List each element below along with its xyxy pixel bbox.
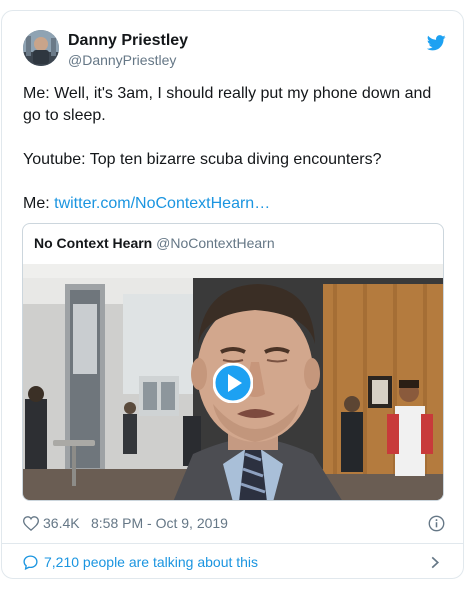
info-icon[interactable]: [428, 515, 445, 532]
author-handle[interactable]: @DannyPriestley: [68, 52, 176, 68]
tweet-card: Danny Priestley @DannyPriestley Me: Well…: [1, 10, 464, 579]
speech-bubble-icon: [23, 555, 38, 570]
conversation-count: 7,210 people are talking about this: [44, 554, 259, 570]
tweet-line-1: Me: Well, it's 3am, I should really put …: [23, 85, 432, 124]
tweet-meta: 36.4K 8:58 PM - Oct 9, 2019: [23, 513, 446, 535]
heart-icon[interactable]: [23, 516, 39, 531]
quoted-tweet-header: No Context Hearn @NoContextHearn: [34, 235, 275, 251]
tweet-line-2: Youtube: Top ten bizarre scuba diving en…: [23, 151, 382, 168]
tweet-link-prefix: Me:: [23, 195, 55, 212]
quoted-tweet[interactable]: No Context Hearn @NoContextHearn: [22, 223, 444, 501]
chevron-right-icon: [431, 556, 440, 569]
video-thumbnail[interactable]: [23, 264, 443, 500]
like-count[interactable]: 36.4K: [43, 515, 80, 531]
conversation-link[interactable]: 7,210 people are talking about this: [2, 544, 463, 580]
play-icon: [212, 362, 254, 404]
tweet-header: Danny Priestley @DannyPriestley: [2, 11, 463, 81]
tweet-link[interactable]: twitter.com/NoContextHearn…: [54, 195, 270, 212]
avatar[interactable]: [23, 30, 59, 66]
quoted-author-name: No Context Hearn: [34, 235, 153, 251]
tweet-line-3: Me: twitter.com/NoContextHearn…: [23, 193, 443, 215]
author-name[interactable]: Danny Priestley: [68, 32, 188, 50]
tweet-body: Me: Well, it's 3am, I should really put …: [23, 83, 443, 215]
quoted-author-handle: @NoContextHearn: [156, 235, 275, 251]
play-button[interactable]: [212, 362, 254, 404]
avatar-image: [23, 30, 59, 66]
timestamp[interactable]: 8:58 PM - Oct 9, 2019: [91, 515, 228, 531]
twitter-bird-icon[interactable]: [427, 35, 446, 51]
